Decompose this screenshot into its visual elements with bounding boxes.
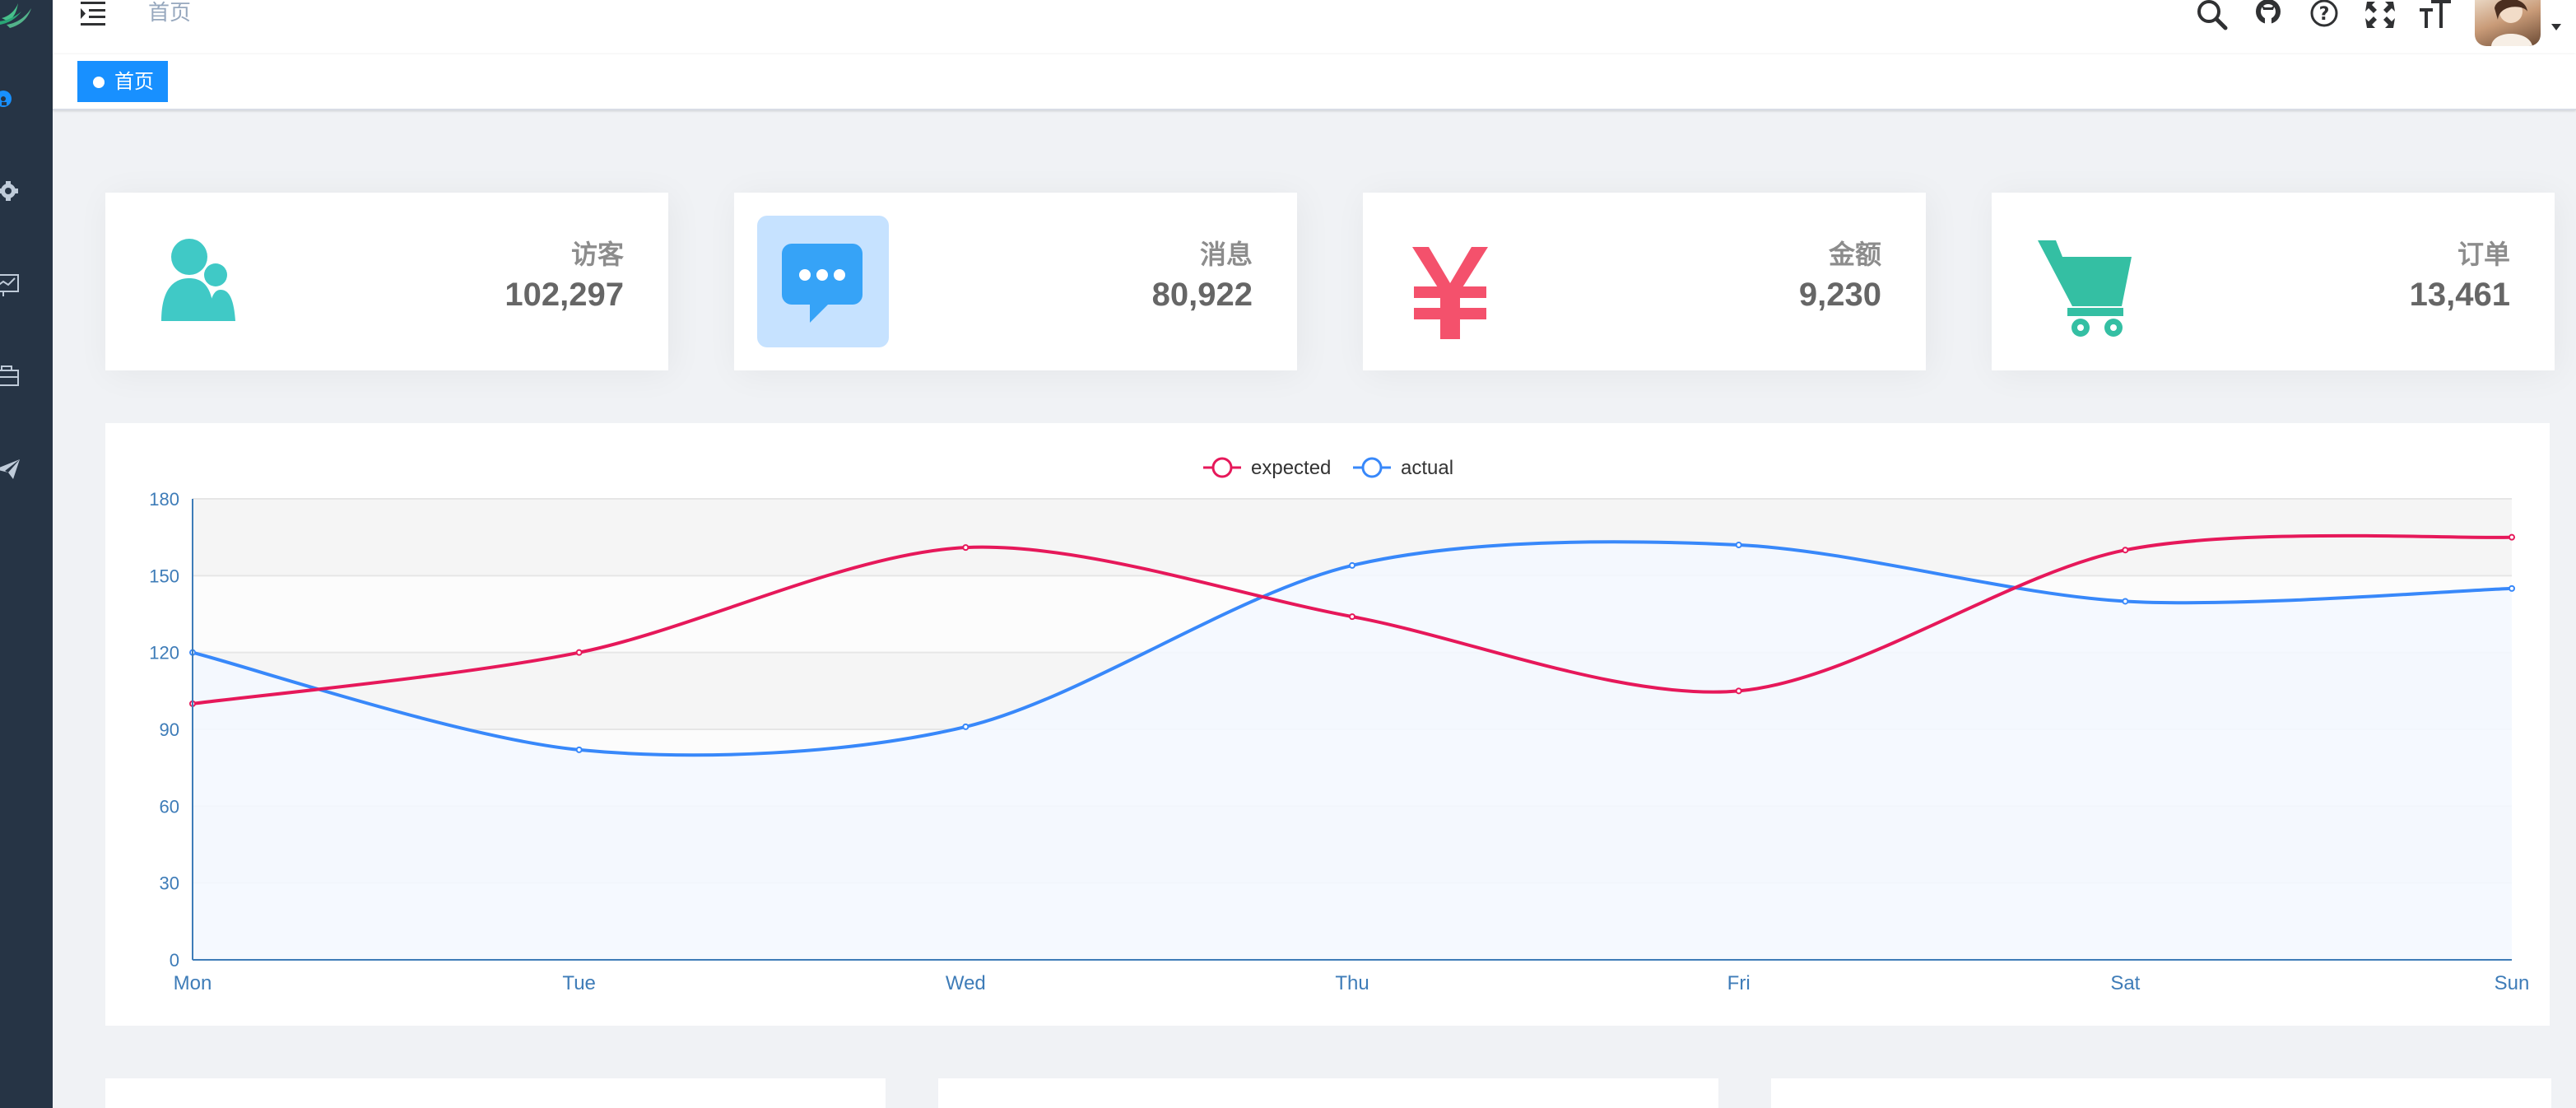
- sidebar-item-guide[interactable]: [0, 445, 53, 494]
- avatar-photo: [2491, 0, 2532, 46]
- actual-data-point: [962, 723, 969, 730]
- sidebar-item-dashboard[interactable]: [0, 76, 53, 125]
- legend-label: expected: [1251, 457, 1331, 479]
- panel-amount[interactable]: 金额 9,230: [1363, 193, 1926, 370]
- actual-data-point: [2122, 598, 2129, 605]
- panel-icon-wrapper: [2015, 216, 2146, 347]
- active-dot-icon: [93, 77, 105, 88]
- y-tick-label: 30: [160, 873, 179, 894]
- tag-home[interactable]: 首页: [77, 61, 168, 102]
- help-icon: ?: [2310, 0, 2338, 27]
- x-tick-label: Mon: [174, 972, 212, 994]
- bottom-card-pie: [938, 1078, 1718, 1108]
- x-tick-label: Sat: [2110, 972, 2140, 994]
- y-tick-label: 150: [149, 566, 179, 586]
- expected-data-point: [2509, 533, 2515, 541]
- x-tick-label: Sun: [2495, 972, 2530, 994]
- actual-data-point: [575, 746, 583, 753]
- tags-view: 首页: [53, 54, 2576, 110]
- y-tick-label: 0: [170, 950, 179, 971]
- line-chart: 0 30 60 90 120 150 180 Mon Tue Wed Thu Fri Sat Sun ex…: [149, 457, 2530, 994]
- tag-label: 首页: [114, 71, 154, 93]
- bottom-card-bar: [1771, 1078, 2551, 1108]
- actual-data-point: [1349, 561, 1355, 569]
- fullscreen-icon: [2365, 2, 2395, 28]
- expected-data-point: [962, 544, 969, 552]
- y-tick-label: 90: [160, 719, 179, 740]
- sidebar-item-charts[interactable]: [0, 260, 53, 310]
- x-tick-label: Fri: [1727, 972, 1751, 994]
- dashboard-icon: [0, 91, 12, 107]
- y-tick-label: 180: [149, 489, 179, 510]
- caret-down-icon: [2551, 24, 2561, 30]
- panel-value: 9,230: [1798, 277, 1881, 313]
- actual-data-point: [2509, 584, 2515, 592]
- panel-icon-wrapper: [757, 216, 889, 347]
- sidebar-item-components[interactable]: [0, 352, 53, 402]
- panel-label: 金额: [1828, 240, 1881, 269]
- bottom-card-raddar: [105, 1078, 886, 1108]
- message-icon: [782, 244, 863, 323]
- chart-icon: [0, 274, 19, 296]
- panel-visitors[interactable]: 访客 102,297: [105, 193, 668, 370]
- search-button[interactable]: [2194, 0, 2230, 33]
- font-size-button[interactable]: [2418, 0, 2454, 33]
- panel-icon-wrapper: [1386, 216, 1518, 347]
- shopping-icon: [2038, 240, 2132, 337]
- panel-messages[interactable]: 消息 80,922: [734, 193, 1297, 370]
- panel-icon-wrapper: [128, 216, 260, 347]
- panel-orders[interactable]: 订单 13,461: [1992, 193, 2555, 370]
- panel-value: 80,922: [1151, 277, 1253, 313]
- expected-data-point: [1349, 613, 1355, 621]
- gear-icon: [0, 181, 18, 201]
- expected-data-point: [2122, 547, 2129, 554]
- hamburger-button[interactable]: [77, 0, 110, 28]
- x-tick-label: Thu: [1335, 972, 1369, 994]
- legend-marker: [1211, 457, 1233, 478]
- x-tick-label: Tue: [562, 972, 595, 994]
- font-size-icon: [2420, 0, 2451, 28]
- avatar-dropdown-caret[interactable]: [2550, 21, 2563, 33]
- logo[interactable]: [0, 0, 53, 53]
- actual-data-point: [1735, 542, 1742, 548]
- fullscreen-button[interactable]: [2362, 0, 2398, 33]
- panel-label: 访客: [570, 240, 624, 269]
- panel-label: 订单: [2457, 240, 2510, 269]
- sidebar-item-settings[interactable]: [0, 168, 53, 217]
- y-tick-label: 60: [160, 796, 179, 817]
- sidebar: [0, 0, 53, 1108]
- x-tick-label: Wed: [946, 972, 986, 994]
- panel-value: 13,461: [2409, 277, 2510, 313]
- money-icon: [1412, 247, 1488, 339]
- legend-label: actual: [1401, 457, 1453, 479]
- expected-data-point: [575, 649, 583, 656]
- panel-label: 消息: [1199, 240, 1253, 269]
- menu-fold-icon: [81, 2, 105, 26]
- panel-value: 102,297: [505, 277, 624, 313]
- svg-text:?: ?: [2319, 4, 2330, 25]
- breadcrumb: 首页: [148, 0, 192, 25]
- people-icon: [161, 239, 235, 321]
- briefcase-icon: [0, 365, 19, 386]
- github-link[interactable]: [2250, 0, 2286, 33]
- y-tick-label: 120: [149, 643, 179, 663]
- paper-plane-icon: [0, 459, 20, 479]
- github-icon: [2256, 0, 2281, 28]
- line-chart-card: 0 30 60 90 120 150 180 Mon Tue Wed Thu Fri Sat Sun ex…: [105, 423, 2550, 1026]
- expected-data-point: [1735, 687, 1742, 695]
- avatar[interactable]: [2475, 0, 2541, 46]
- search-icon: [2197, 0, 2228, 30]
- help-button[interactable]: ?: [2306, 0, 2342, 33]
- navbar: 首页 ?: [53, 0, 2576, 54]
- legend-marker: [1361, 457, 1383, 478]
